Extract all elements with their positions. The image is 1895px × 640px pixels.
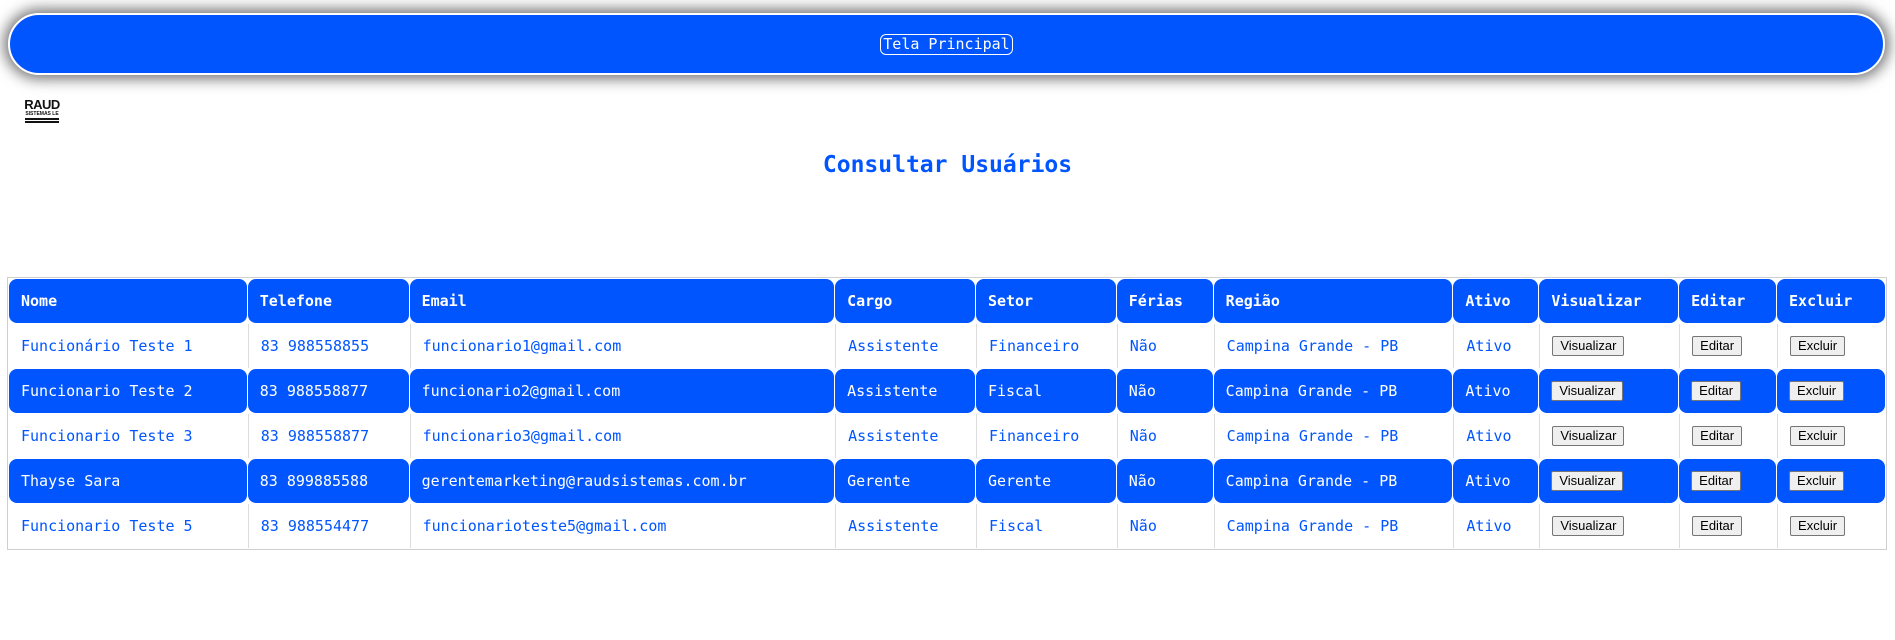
- cell-regiao: Campina Grande - PB: [1213, 414, 1453, 458]
- cell-nome: Thayse Sara: [9, 459, 247, 503]
- delete-button[interactable]: Excluir: [1790, 336, 1846, 356]
- cell-telefone: 83 988558877: [247, 414, 409, 458]
- cell-telefone: 83 988558855: [247, 324, 409, 368]
- cell-visualizar: Visualizar: [1539, 504, 1679, 548]
- cell-ferias: Não: [1116, 459, 1213, 503]
- column-header-excluir: Excluir: [1777, 279, 1885, 323]
- cell-telefone: 83 988558877: [247, 369, 409, 413]
- cell-setor: Financeiro: [975, 324, 1116, 368]
- column-header-editar: Editar: [1679, 279, 1777, 323]
- cell-setor: Fiscal: [975, 369, 1116, 413]
- cell-cargo: Assistente: [835, 324, 975, 368]
- company-logo: RAUD SISTEMAS LE: [24, 97, 60, 126]
- cell-telefone: 83 899885588: [247, 459, 409, 503]
- cell-email: gerentemarketing@raudsistemas.com.br: [409, 459, 835, 503]
- cell-email: funcionarioteste5@gmail.com: [409, 504, 835, 548]
- cell-cargo: Assistente: [835, 369, 975, 413]
- delete-button[interactable]: Excluir: [1789, 381, 1845, 401]
- top-navigation-bar: Tela Principal: [8, 13, 1885, 75]
- column-header-ferias: Férias: [1116, 279, 1213, 323]
- cell-cargo: Assistente: [835, 504, 975, 548]
- cell-ativo: Ativo: [1453, 459, 1539, 503]
- table-row: Funcionário Teste 1 83 988558855 funcion…: [9, 324, 1885, 368]
- cell-regiao: Campina Grande - PB: [1213, 324, 1453, 368]
- column-header-setor: Setor: [975, 279, 1116, 323]
- cell-editar: Editar: [1679, 459, 1777, 503]
- view-button[interactable]: Visualizar: [1551, 471, 1624, 491]
- column-header-visualizar: Visualizar: [1539, 279, 1679, 323]
- cell-visualizar: Visualizar: [1539, 324, 1679, 368]
- edit-button[interactable]: Editar: [1691, 381, 1742, 401]
- cell-setor: Financeiro: [975, 414, 1116, 458]
- cell-ferias: Não: [1116, 369, 1213, 413]
- logo-text: RAUD: [24, 97, 60, 112]
- cell-email: funcionario3@gmail.com: [409, 414, 835, 458]
- view-button[interactable]: Visualizar: [1552, 516, 1625, 536]
- logo-subtext: SISTEMAS LE: [25, 111, 59, 117]
- page-title: Consultar Usuários: [822, 152, 1073, 178]
- cell-visualizar: Visualizar: [1539, 369, 1679, 413]
- cell-ferias: Não: [1116, 504, 1213, 548]
- delete-button[interactable]: Excluir: [1790, 426, 1846, 446]
- cell-visualizar: Visualizar: [1539, 414, 1679, 458]
- column-header-cargo: Cargo: [835, 279, 975, 323]
- cell-cargo: Gerente: [835, 459, 975, 503]
- cell-telefone: 83 988554477: [247, 504, 409, 548]
- cell-nome: Funcionario Teste 5: [9, 504, 247, 548]
- cell-email: funcionario2@gmail.com: [409, 369, 835, 413]
- delete-button[interactable]: Excluir: [1790, 516, 1846, 536]
- cell-excluir: Excluir: [1777, 459, 1885, 503]
- cell-ferias: Não: [1116, 324, 1213, 368]
- table-row: Thayse Sara 83 899885588 gerentemarketin…: [9, 459, 1885, 503]
- cell-cargo: Assistente: [835, 414, 975, 458]
- cell-ferias: Não: [1116, 414, 1213, 458]
- cell-excluir: Excluir: [1777, 369, 1885, 413]
- view-button[interactable]: Visualizar: [1551, 381, 1624, 401]
- cell-ativo: Ativo: [1453, 324, 1539, 368]
- logo-bar: [25, 121, 59, 123]
- cell-excluir: Excluir: [1777, 504, 1885, 548]
- cell-ativo: Ativo: [1453, 504, 1539, 548]
- cell-nome: Funcionario Teste 3: [9, 414, 247, 458]
- edit-button[interactable]: Editar: [1692, 336, 1743, 356]
- edit-button[interactable]: Editar: [1692, 426, 1743, 446]
- users-table: Nome Telefone Email Cargo Setor Férias R…: [7, 277, 1887, 550]
- cell-ativo: Ativo: [1453, 414, 1539, 458]
- delete-button[interactable]: Excluir: [1789, 471, 1845, 491]
- cell-email: funcionario1@gmail.com: [409, 324, 835, 368]
- cell-nome: Funcionário Teste 1: [9, 324, 247, 368]
- cell-excluir: Excluir: [1777, 414, 1885, 458]
- cell-excluir: Excluir: [1777, 324, 1885, 368]
- column-header-email: Email: [409, 279, 835, 323]
- table-header-row: Nome Telefone Email Cargo Setor Férias R…: [9, 279, 1885, 323]
- cell-editar: Editar: [1679, 369, 1777, 413]
- cell-ativo: Ativo: [1453, 369, 1539, 413]
- table-row: Funcionario Teste 3 83 988558877 funcion…: [9, 414, 1885, 458]
- cell-editar: Editar: [1679, 414, 1777, 458]
- cell-regiao: Campina Grande - PB: [1213, 504, 1453, 548]
- table-row: Funcionario Teste 5 83 988554477 funcion…: [9, 504, 1885, 548]
- cell-editar: Editar: [1679, 324, 1777, 368]
- cell-regiao: Campina Grande - PB: [1213, 459, 1453, 503]
- cell-nome: Funcionario Teste 2: [9, 369, 247, 413]
- home-button[interactable]: Tela Principal: [880, 33, 1013, 55]
- edit-button[interactable]: Editar: [1691, 471, 1742, 491]
- cell-visualizar: Visualizar: [1539, 459, 1679, 503]
- cell-regiao: Campina Grande - PB: [1213, 369, 1453, 413]
- column-header-regiao: Região: [1213, 279, 1453, 323]
- edit-button[interactable]: Editar: [1692, 516, 1743, 536]
- column-header-nome: Nome: [9, 279, 247, 323]
- column-header-ativo: Ativo: [1453, 279, 1539, 323]
- cell-editar: Editar: [1679, 504, 1777, 548]
- view-button[interactable]: Visualizar: [1552, 336, 1625, 356]
- view-button[interactable]: Visualizar: [1552, 426, 1625, 446]
- logo-bar: [25, 118, 59, 120]
- cell-setor: Gerente: [975, 459, 1116, 503]
- table-row: Funcionario Teste 2 83 988558877 funcion…: [9, 369, 1885, 413]
- column-header-telefone: Telefone: [247, 279, 409, 323]
- cell-setor: Fiscal: [975, 504, 1116, 548]
